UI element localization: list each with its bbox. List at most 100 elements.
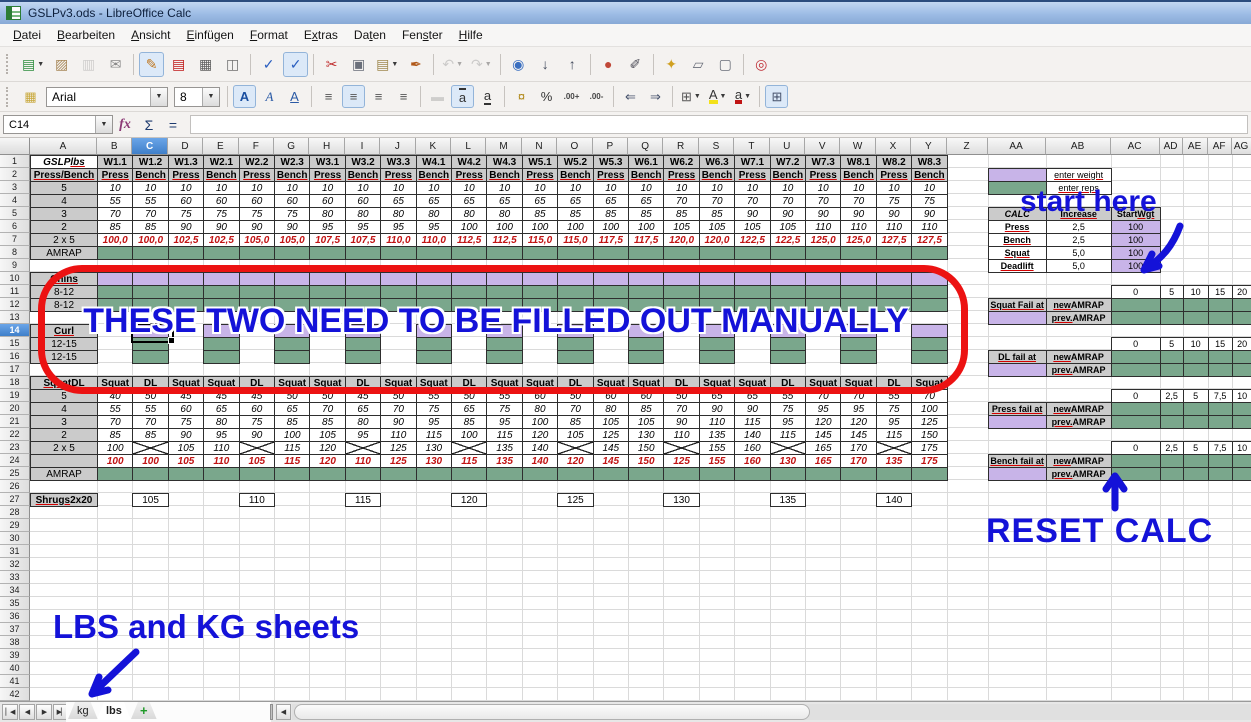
cell-U15[interactable] xyxy=(769,337,806,351)
align-justify-button[interactable]: ≡ xyxy=(392,85,415,108)
cell-S22[interactable]: 135 xyxy=(698,428,736,442)
cell-V23[interactable]: 165 xyxy=(805,441,842,455)
cell-Q18[interactable]: Squat xyxy=(628,376,665,390)
cell-Y19[interactable]: 70 xyxy=(911,389,948,403)
select-all-corner[interactable] xyxy=(0,138,30,155)
cell-AC9[interactable]: 100 xyxy=(1110,259,1161,273)
cell-A14[interactable]: Curl xyxy=(30,324,98,338)
column-header-J[interactable]: J xyxy=(380,138,416,155)
cell-C4[interactable]: 55 xyxy=(132,194,169,208)
cell-T22[interactable]: 140 xyxy=(734,428,771,442)
cell-AA8[interactable]: Squat xyxy=(987,246,1047,260)
cell-AC21[interactable] xyxy=(1110,415,1161,429)
cell-K5[interactable]: 80 xyxy=(415,207,452,221)
decrease-indent-button[interactable]: ⇐ xyxy=(619,85,642,108)
row-header-18[interactable]: 18 xyxy=(0,376,30,389)
row-header-23[interactable]: 23 xyxy=(0,441,30,454)
cell-AC15[interactable]: 0 xyxy=(1110,337,1161,351)
cell-W8[interactable] xyxy=(840,246,877,260)
cell-C16[interactable] xyxy=(132,350,169,364)
cell-P18[interactable]: Squat xyxy=(592,376,629,390)
cell-AD20[interactable] xyxy=(1159,402,1184,416)
cell-B7[interactable]: 100,0 xyxy=(97,233,134,247)
cell-H8[interactable] xyxy=(309,246,346,260)
cell-I19[interactable]: 45 xyxy=(344,389,382,403)
cell-E7[interactable]: 102,5 xyxy=(203,233,240,247)
cell-X21[interactable]: 95 xyxy=(875,415,913,429)
cell-F19[interactable]: 45 xyxy=(238,389,275,403)
column-header-C[interactable]: C xyxy=(132,138,168,155)
row-header-39[interactable]: 39 xyxy=(0,649,30,662)
cell-R6[interactable]: 105 xyxy=(663,220,700,234)
column-header-V[interactable]: V xyxy=(805,138,841,155)
row-header-37[interactable]: 37 xyxy=(0,623,30,636)
cell-AD17[interactable] xyxy=(1159,363,1184,377)
cell-R27[interactable]: 130 xyxy=(663,493,700,507)
cell-AB3[interactable]: enter reps xyxy=(1045,181,1112,195)
row-header-17[interactable]: 17 xyxy=(0,363,30,376)
row-header-36[interactable]: 36 xyxy=(0,610,30,623)
column-header-K[interactable]: K xyxy=(415,138,451,155)
italic-button[interactable]: A xyxy=(258,85,281,108)
cell-R24[interactable]: 125 xyxy=(663,454,700,468)
cell-D24[interactable]: 105 xyxy=(167,454,205,468)
cell-J3[interactable]: 10 xyxy=(380,181,417,195)
cell-S4[interactable]: 70 xyxy=(698,194,736,208)
cell-K1[interactable]: W4.1 xyxy=(415,155,452,169)
cell-N1[interactable]: W5.1 xyxy=(521,155,559,169)
print-preview-button[interactable]: ◫ xyxy=(220,52,245,77)
cell-W11[interactable] xyxy=(840,285,877,299)
cell-U18[interactable]: DL xyxy=(769,376,806,390)
cell-E25[interactable] xyxy=(203,467,240,481)
cell-Q1[interactable]: W6.1 xyxy=(628,155,665,169)
cell-AC16[interactable] xyxy=(1110,350,1161,364)
export-pdf-button[interactable]: ▤ xyxy=(166,52,191,77)
cell-I3[interactable]: 10 xyxy=(344,181,382,195)
cell-M11[interactable] xyxy=(486,285,523,299)
cell-C8[interactable] xyxy=(132,246,169,260)
cell-W23[interactable]: 170 xyxy=(840,441,877,455)
cell-A8[interactable]: AMRAP xyxy=(30,246,98,260)
cell-W12[interactable] xyxy=(840,298,877,312)
cell-C21[interactable]: 70 xyxy=(132,415,169,429)
cell-G6[interactable]: 90 xyxy=(274,220,311,234)
hyperlink-button[interactable]: ◉ xyxy=(506,52,531,77)
cell-S6[interactable]: 105 xyxy=(698,220,736,234)
cell-Y23[interactable]: 175 xyxy=(911,441,948,455)
cell-N24[interactable]: 140 xyxy=(521,454,559,468)
row-header-3[interactable]: 3 xyxy=(0,181,30,194)
cell-AF13[interactable] xyxy=(1207,311,1233,325)
row-header-14[interactable]: 14 xyxy=(0,324,30,337)
cell-O16[interactable] xyxy=(557,350,594,364)
cell-S11[interactable] xyxy=(698,285,736,299)
cell-N3[interactable]: 10 xyxy=(521,181,559,195)
first-sheet-button[interactable]: ▏◀ xyxy=(2,704,18,720)
cell-E22[interactable]: 95 xyxy=(203,428,240,442)
cell-X5[interactable]: 90 xyxy=(875,207,913,221)
cell-A5[interactable]: 3 xyxy=(30,207,98,221)
cell-I15[interactable] xyxy=(344,337,382,351)
cell-J8[interactable] xyxy=(380,246,417,260)
cell-J18[interactable]: Squat xyxy=(380,376,417,390)
cell-G7[interactable]: 105,0 xyxy=(274,233,311,247)
cell-H6[interactable]: 95 xyxy=(309,220,346,234)
cell-P3[interactable]: 10 xyxy=(592,181,629,195)
cell-N21[interactable]: 100 xyxy=(521,415,559,429)
cell-G5[interactable]: 75 xyxy=(274,207,311,221)
cell-AC5[interactable]: Start Wgt xyxy=(1110,207,1161,221)
cell-L20[interactable]: 65 xyxy=(451,402,488,416)
cell-F22[interactable]: 90 xyxy=(238,428,275,442)
cell-AG20[interactable] xyxy=(1231,402,1251,416)
cell-Y18[interactable]: Squat xyxy=(911,376,948,390)
cell-X25[interactable] xyxy=(875,467,913,481)
cell-T21[interactable]: 115 xyxy=(734,415,771,429)
row-header-5[interactable]: 5 xyxy=(0,207,30,220)
cell-F23[interactable] xyxy=(238,441,275,455)
cell-G20[interactable]: 65 xyxy=(274,402,311,416)
cell-I8[interactable] xyxy=(344,246,382,260)
cell-AB6[interactable]: 2,5 xyxy=(1045,220,1112,234)
cell-C18[interactable]: DL xyxy=(132,376,169,390)
cell-G25[interactable] xyxy=(274,467,311,481)
row-header-22[interactable]: 22 xyxy=(0,428,30,441)
cell-P7[interactable]: 117,5 xyxy=(592,233,629,247)
